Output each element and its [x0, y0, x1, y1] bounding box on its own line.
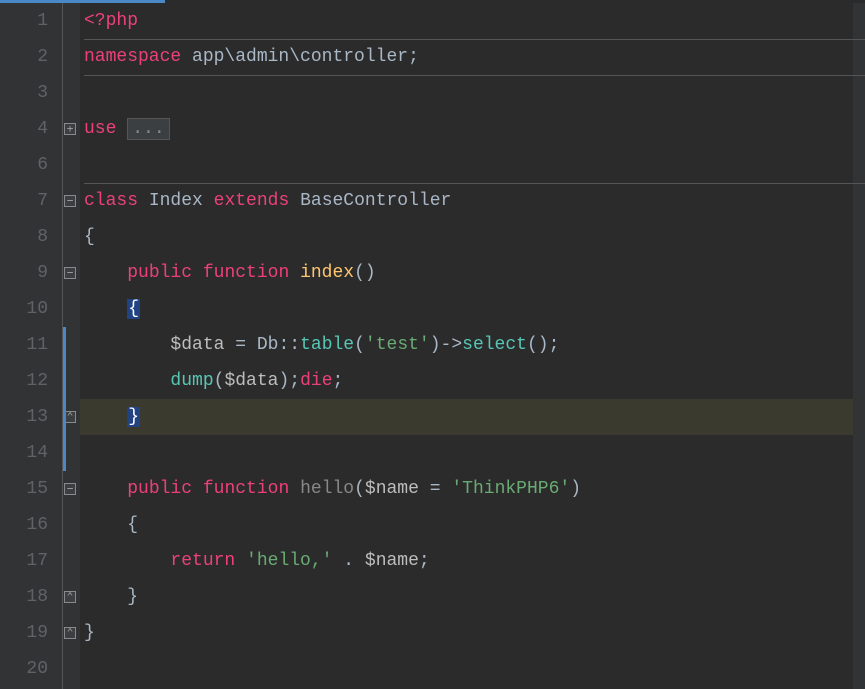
line-number[interactable]: 20 [0, 651, 62, 687]
line-number[interactable]: 7 [0, 183, 62, 219]
code-line[interactable] [80, 651, 865, 687]
active-tab-indicator [0, 0, 165, 3]
brace: { [84, 227, 95, 247]
line-number[interactable]: 2 [0, 39, 62, 75]
line-number[interactable]: 10 [0, 291, 62, 327]
variable: $data [224, 371, 278, 391]
keyword: public [127, 263, 192, 283]
string: 'hello,' [246, 551, 332, 571]
code-line[interactable]: { [80, 219, 865, 255]
scope-op: :: [278, 335, 300, 355]
code-line[interactable]: $data = Db::table('test')->select(); [80, 327, 865, 363]
code-line[interactable]: use ... [80, 111, 865, 147]
line-number[interactable]: 17 [0, 543, 62, 579]
variable: $name [365, 479, 419, 499]
keyword: function [203, 479, 289, 499]
class-name: BaseController [300, 191, 451, 211]
code-line[interactable]: <?php [80, 3, 865, 39]
line-number[interactable]: 4 [0, 111, 62, 147]
punct: ; [408, 47, 419, 67]
brace: } [84, 623, 95, 643]
keyword: die [300, 371, 332, 391]
line-number[interactable]: 19 [0, 615, 62, 651]
keyword: class [84, 191, 138, 211]
keyword: public [127, 479, 192, 499]
code-area[interactable]: <?php namespace app\admin\controller; us… [80, 0, 865, 689]
fold-end-icon[interactable]: ⌃ [64, 627, 76, 639]
code-line[interactable]: class Index extends BaseController [80, 183, 865, 219]
php-open-tag: <?php [84, 11, 138, 31]
line-number[interactable]: 15 [0, 471, 62, 507]
line-number[interactable]: 6 [0, 147, 62, 183]
keyword: function [203, 263, 289, 283]
fold-collapse-icon[interactable]: − [64, 195, 76, 207]
code-line[interactable]: } [80, 615, 865, 651]
vcs-change-marker [63, 327, 66, 471]
line-number[interactable]: 13 [0, 399, 62, 435]
line-number[interactable]: 8 [0, 219, 62, 255]
string: 'test' [365, 335, 430, 355]
keyword: use [84, 119, 116, 139]
code-editor[interactable]: 1 2 3 4 6 7 8 9 10 11 12 13 14 15 16 17 … [0, 0, 865, 689]
fold-end-icon[interactable]: ⌃ [64, 591, 76, 603]
namespace-path: app\admin\controller [181, 47, 408, 67]
folded-region[interactable]: ... [127, 118, 169, 140]
function-name: hello [300, 479, 354, 499]
arrow-op: -> [441, 335, 463, 355]
brace-matched: } [127, 407, 140, 427]
variable: $name [365, 551, 419, 571]
line-number[interactable]: 11 [0, 327, 62, 363]
code-line[interactable]: public function index() [80, 255, 865, 291]
operator: = [235, 335, 246, 355]
code-line[interactable]: { [80, 291, 865, 327]
line-number[interactable]: 3 [0, 75, 62, 111]
class-ref: Db [257, 335, 279, 355]
code-line[interactable] [80, 435, 865, 471]
code-line[interactable]: dump($data);die; [80, 363, 865, 399]
code-line[interactable]: public function hello($name = 'ThinkPHP6… [80, 471, 865, 507]
brace: } [127, 587, 138, 607]
line-number[interactable]: 16 [0, 507, 62, 543]
method-call: table [300, 335, 354, 355]
class-name: Index [149, 191, 203, 211]
line-number[interactable]: 18 [0, 579, 62, 615]
code-line[interactable] [80, 147, 865, 183]
line-number[interactable]: 9 [0, 255, 62, 291]
variable: $data [170, 335, 224, 355]
line-number[interactable]: 12 [0, 363, 62, 399]
fold-collapse-icon[interactable]: − [64, 267, 76, 279]
code-line[interactable]: } [80, 399, 865, 435]
keyword: namespace [84, 47, 181, 67]
function-call: dump [170, 371, 213, 391]
function-name: index [300, 263, 354, 283]
method-call: select [462, 335, 527, 355]
brace-matched: { [127, 299, 140, 319]
line-number-gutter[interactable]: 1 2 3 4 6 7 8 9 10 11 12 13 14 15 16 17 … [0, 0, 63, 689]
code-line[interactable]: { [80, 507, 865, 543]
code-line[interactable]: } [80, 579, 865, 615]
keyword: extends [214, 191, 290, 211]
fold-expand-icon[interactable]: + [64, 123, 76, 135]
code-line[interactable]: namespace app\admin\controller; [80, 39, 865, 75]
line-number[interactable]: 14 [0, 435, 62, 471]
string: 'ThinkPHP6' [451, 479, 570, 499]
keyword: return [170, 551, 235, 571]
brace: { [127, 515, 138, 535]
line-number[interactable]: 1 [0, 3, 62, 39]
code-line[interactable]: return 'hello,' . $name; [80, 543, 865, 579]
punct: () [354, 263, 376, 283]
fold-collapse-icon[interactable]: − [64, 483, 76, 495]
code-line[interactable] [80, 75, 865, 111]
